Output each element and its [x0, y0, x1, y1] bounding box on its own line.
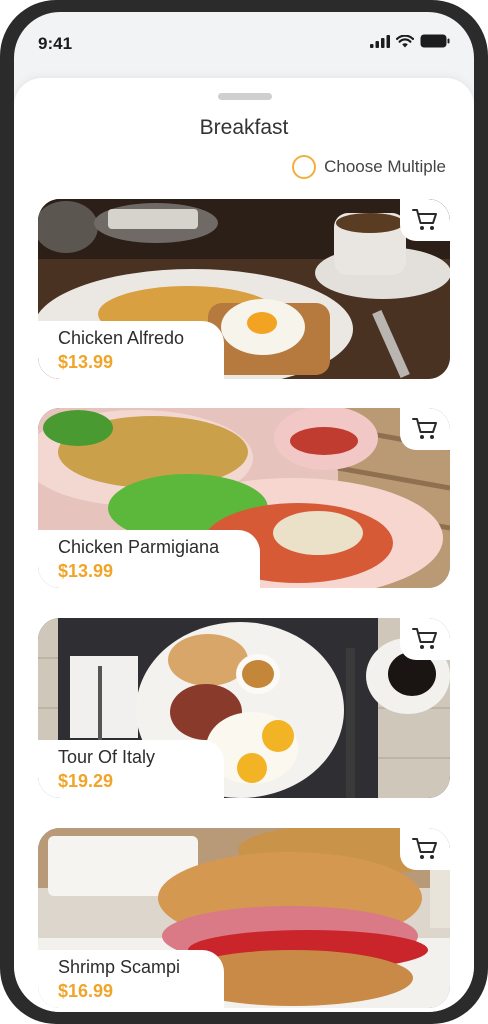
cart-icon — [412, 209, 437, 230]
add-to-cart-button[interactable] — [400, 199, 450, 241]
item-price: $13.99 — [58, 352, 114, 372]
menu-item-card[interactable]: Chicken Alfredo $13.99 — [38, 199, 450, 379]
item-price: $16.99 — [58, 981, 114, 1001]
choose-multiple-toggle[interactable]: Choose Multiple — [292, 155, 446, 179]
page-title: Breakfast — [199, 116, 289, 139]
item-name: Shrimp Scampi — [58, 957, 181, 977]
phone-frame: 9:41 Breakfast Choose Multiple Chicken A… — [0, 0, 488, 1024]
cart-icon — [412, 628, 437, 649]
status-icons — [370, 34, 450, 48]
item-price: $13.99 — [58, 561, 114, 581]
battery-icon — [420, 34, 450, 48]
sheet-drag-handle[interactable] — [218, 93, 272, 100]
status-bar: 9:41 — [14, 12, 474, 74]
choose-multiple-label: Choose Multiple — [324, 157, 446, 176]
add-to-cart-button[interactable] — [400, 828, 450, 870]
item-name: Chicken Parmigiana — [58, 537, 220, 557]
item-info: Shrimp Scampi $16.99 — [38, 950, 224, 1008]
menu-item-card[interactable]: Shrimp Scampi $16.99 — [38, 828, 450, 1008]
status-time: 9:41 — [38, 34, 73, 53]
screen: 9:41 Breakfast Choose Multiple Chicken A… — [14, 12, 474, 1012]
item-name: Chicken Alfredo — [58, 328, 185, 348]
signal-icon — [370, 34, 390, 48]
item-name: Tour Of Italy — [58, 747, 156, 767]
radio-button[interactable] — [292, 155, 317, 179]
menu-item-card[interactable]: Chicken Parmigiana $13.99 — [38, 408, 450, 588]
wifi-icon — [396, 34, 414, 47]
item-info: Chicken Parmigiana $13.99 — [38, 530, 260, 588]
cart-icon — [412, 418, 437, 439]
item-price: $19.29 — [58, 771, 114, 791]
menu-sheet: Breakfast Choose Multiple Chicken Alfred… — [14, 78, 474, 1012]
menu-item-card[interactable]: Tour Of Italy $19.29 — [38, 618, 450, 798]
item-info: Chicken Alfredo $13.99 — [38, 321, 224, 379]
add-to-cart-button[interactable] — [400, 618, 450, 660]
add-to-cart-button[interactable] — [400, 408, 450, 450]
cart-icon — [412, 838, 437, 859]
item-info: Tour Of Italy $19.29 — [38, 740, 224, 798]
